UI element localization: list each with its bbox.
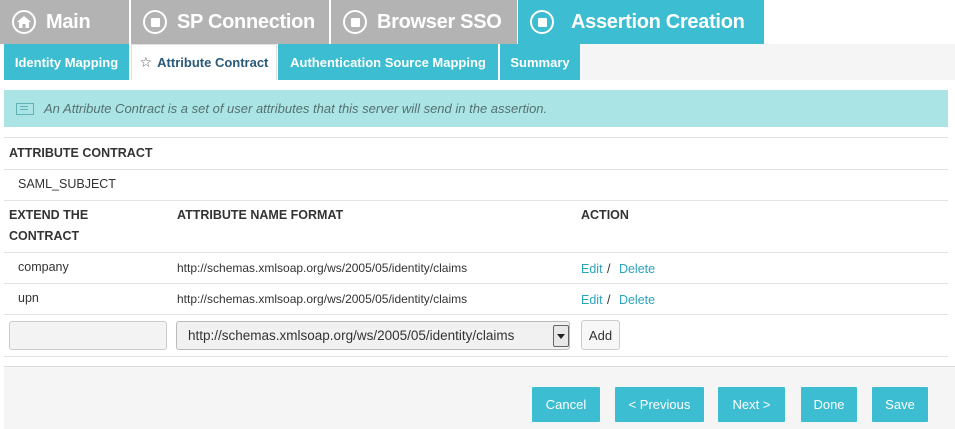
tab-attribute-contract[interactable]: ☆ Attribute Contract [131, 44, 277, 80]
top-tab-bar: Main SP Connection Browser SSO Assertion… [0, 0, 955, 44]
tab-sp-connection[interactable]: SP Connection [130, 0, 329, 44]
star-icon: ☆ [139, 54, 153, 70]
action-separator: / [607, 262, 611, 276]
next-button[interactable]: Next > [718, 387, 785, 422]
chevron-down-icon[interactable] [553, 325, 569, 347]
attribute-name: upn [18, 291, 39, 305]
home-icon [12, 10, 36, 34]
add-button[interactable]: Add [581, 320, 620, 350]
tab-main[interactable]: Main [0, 0, 129, 44]
tab-assertion-creation[interactable]: Assertion Creation [518, 0, 764, 44]
save-button[interactable]: Save [872, 387, 928, 422]
saml-subject: SAML_SUBJECT [18, 177, 116, 191]
tab-main-label: Main [46, 10, 91, 33]
row-actions: Edit / Delete [581, 291, 655, 309]
divider [4, 137, 948, 138]
circle-square-icon [343, 10, 367, 34]
tab-attribute-contract-label: Attribute Contract [157, 55, 269, 70]
attribute-format-select[interactable]: http://schemas.xmlsoap.org/ws/2005/05/id… [176, 321, 570, 350]
divider [4, 356, 948, 357]
new-attribute-name-input[interactable] [9, 321, 167, 350]
delete-link[interactable]: Delete [619, 293, 655, 307]
tab-identity-mapping[interactable]: Identity Mapping [4, 44, 129, 80]
column-header-action: ACTION [581, 208, 629, 222]
info-icon [16, 102, 34, 115]
divider [4, 200, 948, 201]
circle-square-icon [143, 10, 167, 34]
done-button[interactable]: Done [801, 387, 857, 422]
info-banner: An Attribute Contract is a set of user a… [4, 90, 948, 127]
tab-assertion-creation-label: Assertion Creation [571, 10, 745, 33]
action-separator: / [607, 293, 611, 307]
info-text: An Attribute Contract is a set of user a… [44, 101, 548, 116]
attribute-format-selected: http://schemas.xmlsoap.org/ws/2005/05/id… [188, 328, 515, 343]
delete-link[interactable]: Delete [619, 262, 655, 276]
tab-identity-mapping-label: Identity Mapping [14, 54, 119, 70]
circle-square-icon [530, 10, 554, 34]
edit-link[interactable]: Edit [581, 293, 603, 307]
column-header-extend-line1: EXTEND THE [9, 208, 89, 222]
previous-button[interactable]: < Previous [615, 387, 704, 422]
divider [4, 314, 948, 315]
cancel-button[interactable]: Cancel [532, 387, 600, 422]
edit-link[interactable]: Edit [581, 262, 603, 276]
tab-sp-connection-label: SP Connection [177, 10, 315, 33]
divider [4, 252, 948, 253]
column-header-format: ATTRIBUTE NAME FORMAT [177, 208, 344, 222]
tab-browser-sso[interactable]: Browser SSO [330, 0, 517, 44]
divider [4, 169, 948, 170]
divider [4, 283, 948, 284]
tab-authentication-source-mapping-label: Authentication Source Mapping [290, 54, 486, 70]
column-header-extend-line2: CONTRACT [9, 229, 80, 243]
tab-summary-label: Summary [510, 54, 570, 70]
attribute-format: http://schemas.xmlsoap.org/ws/2005/05/id… [177, 261, 468, 275]
tab-authentication-source-mapping[interactable]: Authentication Source Mapping [278, 44, 498, 80]
attribute-name: company [18, 260, 69, 274]
attribute-format: http://schemas.xmlsoap.org/ws/2005/05/id… [177, 292, 468, 306]
sub-tab-bar-filler [580, 44, 955, 80]
row-actions: Edit / Delete [581, 260, 655, 278]
column-header-extend: EXTEND THE CONTRACT [9, 205, 88, 247]
tab-summary[interactable]: Summary [500, 44, 580, 80]
tab-browser-sso-label: Browser SSO [377, 10, 502, 33]
attribute-contract-heading: ATTRIBUTE CONTRACT [9, 146, 153, 160]
